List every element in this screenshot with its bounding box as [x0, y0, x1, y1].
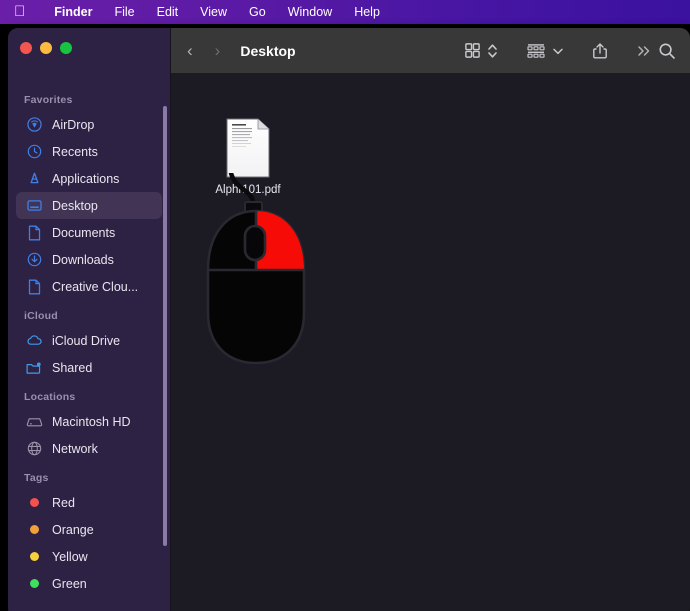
menu-item-go[interactable]: Go [238, 5, 277, 19]
document-icon [24, 225, 44, 241]
sidebar-item-label: Downloads [52, 252, 114, 267]
sidebar-item-desktop[interactable]: Desktop [16, 192, 162, 219]
sidebar-item-shared[interactable]: Shared [16, 354, 162, 381]
sidebar-item-tag-red[interactable]: Red [16, 489, 162, 516]
desktop-icon [24, 198, 44, 214]
menu-item-finder[interactable]: Finder [43, 5, 103, 19]
tag-dot-icon [24, 495, 44, 511]
download-icon [24, 252, 44, 268]
applications-icon [24, 171, 44, 187]
sidebar-item-label: Recents [52, 144, 98, 159]
window-title: Desktop [240, 42, 296, 59]
maximize-button[interactable] [60, 42, 72, 54]
back-button[interactable]: ‹ [187, 42, 193, 59]
finder-toolbar: ‹ › Desktop [171, 28, 690, 73]
group-by-icon[interactable] [526, 42, 546, 60]
close-button[interactable] [20, 42, 32, 54]
menu-item-window[interactable]: Window [277, 5, 343, 19]
double-chevron-right-icon[interactable] [636, 44, 652, 58]
document-icon [24, 279, 44, 295]
minimize-button[interactable] [40, 42, 52, 54]
sidebar-item-downloads[interactable]: Downloads [16, 246, 162, 273]
globe-icon [24, 441, 44, 457]
sidebar-item-label: Orange [52, 522, 94, 537]
sidebar-item-label: Applications [52, 171, 120, 186]
airdrop-icon [24, 117, 44, 133]
sidebar-item-documents[interactable]: Documents [16, 219, 162, 246]
pdf-file-icon [225, 118, 271, 178]
sidebar-item-label: Network [52, 441, 98, 456]
window-controls [20, 42, 72, 54]
sidebar-section-favorites-title: Favorites [24, 94, 73, 106]
icon-view-grid-icon[interactable] [464, 42, 481, 59]
apple-logo-icon[interactable]:  [14, 4, 25, 19]
menu-item-view[interactable]: View [189, 5, 238, 19]
sidebar-item-creative-cloud[interactable]: Creative Clou... [16, 273, 162, 300]
tag-dot-icon [24, 522, 44, 538]
sidebar-item-tag-orange[interactable]: Orange [16, 516, 162, 543]
tag-dot-icon [24, 549, 44, 565]
screen:  Finder File Edit View Go Window Help F… [0, 0, 690, 611]
sidebar-scrollbar[interactable] [163, 106, 167, 546]
forward-button[interactable]: › [215, 42, 221, 59]
sidebar-item-tag-green[interactable]: Green [16, 570, 162, 597]
chevron-down-icon[interactable] [552, 45, 564, 57]
sidebar-item-network[interactable]: Network [16, 435, 162, 462]
chevron-up-down-icon[interactable] [487, 42, 498, 60]
sidebar-item-label: Desktop [52, 198, 98, 213]
sidebar-item-label: Yellow [52, 549, 88, 564]
sidebar-item-label: AirDrop [52, 117, 95, 132]
sidebar-item-icloud-drive[interactable]: iCloud Drive [16, 327, 162, 354]
sidebar-item-airdrop[interactable]: AirDrop [16, 111, 162, 138]
computer-mouse-illustration [191, 170, 321, 378]
tag-dot-icon [24, 576, 44, 592]
cloud-icon [24, 333, 44, 349]
sidebar-item-label: iCloud Drive [52, 333, 121, 348]
sidebar-section-tags-title: Tags [24, 472, 49, 484]
macos-menu-bar:  Finder File Edit View Go Window Help [0, 0, 690, 24]
clock-icon [24, 144, 44, 160]
sidebar-item-label: Shared [52, 360, 93, 375]
sidebar-item-label: Green [52, 576, 87, 591]
file-browser-content: Alphr101.pdf [171, 73, 690, 611]
finder-window: Favorites AirDrop Recents Applications D… [8, 28, 690, 611]
hard-drive-icon [24, 414, 44, 430]
menu-item-help[interactable]: Help [343, 5, 391, 19]
sidebar-item-label: Red [52, 495, 75, 510]
shared-folder-icon [24, 360, 44, 376]
navigation-buttons: ‹ › [187, 42, 220, 59]
share-icon[interactable] [592, 42, 608, 60]
menu-item-edit[interactable]: Edit [146, 5, 190, 19]
sidebar-item-label: Macintosh HD [52, 414, 131, 429]
sidebar-item-applications[interactable]: Applications [16, 165, 162, 192]
sidebar-item-label: Creative Clou... [52, 279, 139, 294]
sidebar: Favorites AirDrop Recents Applications D… [8, 28, 170, 611]
sidebar-section-icloud-title: iCloud [24, 310, 58, 322]
sidebar-item-recents[interactable]: Recents [16, 138, 162, 165]
search-icon[interactable] [658, 42, 676, 60]
sidebar-section-locations-title: Locations [24, 391, 76, 403]
sidebar-item-macintosh-hd[interactable]: Macintosh HD [16, 408, 162, 435]
toolbar-actions [464, 42, 690, 60]
sidebar-item-label: Documents [52, 225, 116, 240]
sidebar-item-tag-yellow[interactable]: Yellow [16, 543, 162, 570]
menu-item-file[interactable]: File [103, 5, 145, 19]
